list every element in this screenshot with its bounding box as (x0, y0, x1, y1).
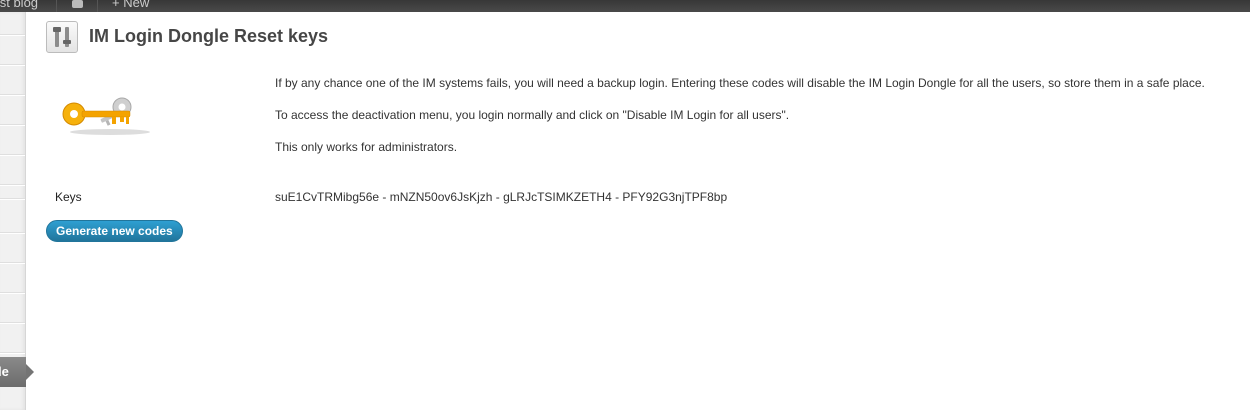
page-title: IM Login Dongle Reset keys (89, 26, 329, 46)
admin-bar-new[interactable]: + New (98, 0, 149, 12)
plus-icon: + (112, 0, 120, 10)
description-paragraph: To access the deactivation menu, you log… (275, 108, 790, 122)
description-paragraph: If by any chance one of the IM systems f… (275, 76, 1205, 90)
admin-sidebar (0, 12, 26, 410)
menu-item[interactable] (0, 232, 25, 234)
keys-icon (60, 94, 152, 138)
menu-item[interactable] (0, 352, 25, 354)
admin-bar-site-name[interactable]: Test blog (0, 0, 57, 12)
menu-item[interactable] (0, 262, 25, 264)
menu-item[interactable] (0, 64, 25, 66)
menu-item[interactable] (0, 124, 25, 126)
admin-bar-comments[interactable] (57, 0, 98, 12)
menu-separator (0, 198, 25, 200)
keys-value: suE1CvTRMibg56e - mNZN50ov6JsKjzh - gLRJ… (275, 190, 728, 204)
site-name-label: Test blog (0, 0, 39, 10)
comment-bubble-icon (71, 0, 83, 8)
menu-item[interactable] (0, 322, 25, 324)
menu-item[interactable] (0, 94, 25, 96)
sidebar-item-current[interactable]: le (0, 357, 34, 387)
generate-new-codes-button[interactable]: Generate new codes (46, 220, 183, 242)
menu-item[interactable] (0, 184, 25, 186)
admin-bar: Test blog + New (0, 0, 1250, 12)
menu-item[interactable] (0, 292, 25, 294)
tools-icon (46, 21, 78, 53)
menu-item[interactable] (0, 34, 25, 36)
menu-item[interactable] (0, 154, 25, 156)
keys-label: Keys (55, 190, 82, 204)
sidebar-current-label: le (0, 364, 9, 379)
description-paragraph: This only works for administrators. (275, 140, 458, 154)
new-label: New (123, 0, 150, 10)
